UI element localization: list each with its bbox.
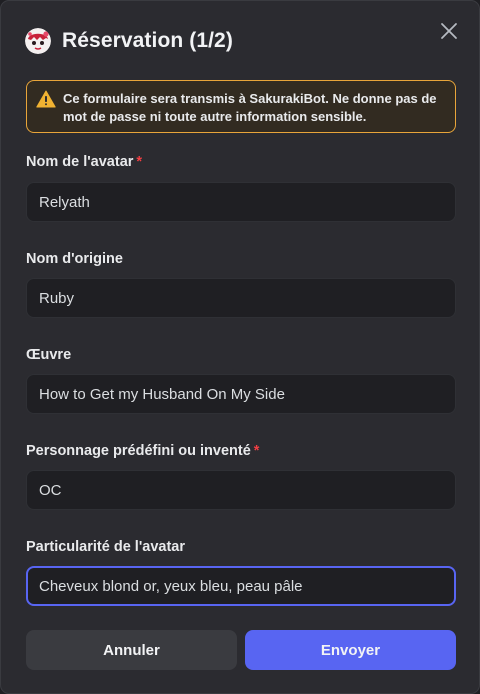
origin-name-label-text: Nom d'origine <box>26 251 123 267</box>
avatar-name-input[interactable]: Relyath <box>26 182 456 222</box>
origin-name-label: Nom d'origine <box>26 251 123 267</box>
avatar-name-label-text: Nom de l'avatar <box>26 154 134 170</box>
character-type-label: Personnage prédéfini ou inventé * <box>26 443 259 459</box>
warning-triangle-icon <box>36 90 56 108</box>
cancel-button[interactable]: Annuler <box>26 630 237 670</box>
work-label: Œuvre <box>26 347 71 363</box>
avatar-particularity-value: Cheveux blond or, yeux bleu, peau pâle <box>39 577 303 595</box>
avatar-particularity-label: Particularité de l'avatar <box>26 539 185 555</box>
close-icon[interactable] <box>437 19 461 43</box>
avatar-particularity-input[interactable]: Cheveux blond or, yeux bleu, peau pâle <box>26 566 456 606</box>
character-type-value: OC <box>39 481 62 499</box>
work-label-text: Œuvre <box>26 347 72 363</box>
sakura-bot-avatar-icon <box>25 28 51 54</box>
cancel-button-label: Annuler <box>103 641 160 659</box>
work-input[interactable]: How to Get my Husband On My Side <box>26 374 456 414</box>
warning-text: Ce formulaire sera transmis à SakurakiBo… <box>63 91 437 124</box>
avatar-particularity-label-text: Particularité de l'avatar <box>26 539 185 555</box>
close-button[interactable] <box>437 19 461 43</box>
origin-name-input[interactable]: Ruby <box>26 278 456 318</box>
avatar-name-value: Relyath <box>39 193 90 211</box>
origin-name-value: Ruby <box>39 289 75 307</box>
submit-button-label: Envoyer <box>320 641 381 659</box>
modal-header: Réservation (1/2) <box>25 27 233 55</box>
modal-title: Réservation (1/2) <box>62 29 233 52</box>
warning-banner: Ce formulaire sera transmis à SakurakiBo… <box>26 80 456 133</box>
character-type-input[interactable]: OC <box>26 470 456 510</box>
required-marker: * <box>136 154 143 170</box>
avatar-name-label: Nom de l'avatar * <box>26 154 142 170</box>
submit-button[interactable]: Envoyer <box>245 630 456 670</box>
character-type-label-text: Personnage prédéfini ou inventé <box>26 443 251 459</box>
reservation-modal: Réservation (1/2) Ce formulaire sera tra… <box>0 0 480 694</box>
work-value: How to Get my Husband On My Side <box>39 385 285 403</box>
required-marker: * <box>253 443 260 459</box>
